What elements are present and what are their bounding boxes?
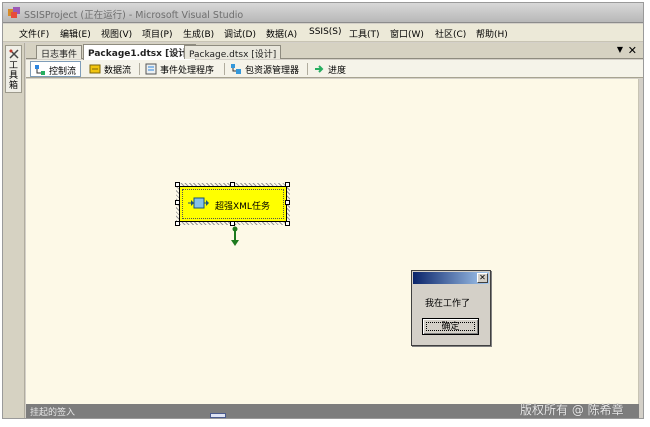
resize-handle[interactable] <box>175 221 180 226</box>
xml-task-box[interactable]: 超强XML任务 <box>179 186 287 222</box>
tab-control-flow[interactable]: 控制流 <box>30 61 82 77</box>
dialog-title-bar: ✕ <box>413 272 489 284</box>
tab-label: 包资源管理器 <box>245 66 300 76</box>
tab-label: 事件处理程序 <box>160 66 215 76</box>
ok-button[interactable]: 确定 <box>422 318 479 335</box>
task-label: 超强XML任务 <box>215 202 270 212</box>
toolbox-strip: 工具箱 <box>3 43 25 418</box>
tab-separator <box>307 63 308 75</box>
task-icon <box>188 197 209 209</box>
tab-separator <box>224 63 225 75</box>
tab-event-handlers[interactable]: 事件处理程序 <box>142 61 218 77</box>
precedence-connector-arrow[interactable] <box>231 225 239 247</box>
menu-build[interactable]: 生成(B) <box>183 27 214 40</box>
tab-label: 控制流 <box>49 67 77 77</box>
dialog-message: 我在工作了 <box>425 299 471 309</box>
resize-handle[interactable] <box>285 200 290 205</box>
copyright-watermark: 版权所有 @ 陈希章 <box>520 403 624 417</box>
designer-tab-strip: 控制流 数据流 事件处理程序 包资源管理器 进度 <box>26 60 643 78</box>
menu-window[interactable]: 窗口(W) <box>390 27 424 40</box>
resize-handle[interactable] <box>285 182 290 187</box>
tab-package-explorer[interactable]: 包资源管理器 <box>227 61 303 77</box>
minimized-window-thumbnail[interactable] <box>210 413 226 418</box>
menu-bar: 文件(F) 编辑(E) 视图(V) 项目(P) 生成(B) 调试(D) 数据(A… <box>3 24 643 42</box>
pending-checkins-label: 挂起的签入 <box>30 408 76 418</box>
document-tab-strip: 日志事件 Package1.dtsx [设计] Package.dtsx [设计… <box>26 43 643 60</box>
button-focus-rect <box>426 322 475 331</box>
tab-separator <box>139 63 140 75</box>
progress-icon <box>315 65 324 73</box>
control-flow-icon <box>35 65 45 75</box>
menu-project[interactable]: 项目(P) <box>142 27 172 40</box>
menu-tools[interactable]: 工具(T) <box>349 27 380 40</box>
control-flow-design-surface[interactable]: 超强XML任务 <box>26 79 639 404</box>
toolbox-icon <box>9 49 19 59</box>
tab-label: 进度 <box>328 66 347 76</box>
toolbox-label: 工具箱 <box>9 61 19 91</box>
tab-package1-design[interactable]: Package1.dtsx [设计] <box>83 44 197 60</box>
event-handler-icon <box>145 63 157 75</box>
data-flow-icon <box>89 64 101 74</box>
menu-debug[interactable]: 调试(D) <box>224 27 256 40</box>
menu-edit[interactable]: 编辑(E) <box>60 27 91 40</box>
menu-data[interactable]: 数据(A) <box>266 27 297 40</box>
tab-progress[interactable]: 进度 <box>310 61 350 77</box>
close-icon[interactable]: ✕ <box>628 44 637 57</box>
tabs-dropdown-icon[interactable]: ▼ <box>617 45 623 54</box>
menu-community[interactable]: 社区(C) <box>435 27 466 40</box>
resize-handle[interactable] <box>175 200 180 205</box>
menu-ssis[interactable]: SSIS(S) <box>309 27 342 37</box>
tab-package-design[interactable]: Package.dtsx [设计] <box>184 45 282 60</box>
message-box-dialog: ✕ 我在工作了 确定 <box>411 270 491 346</box>
package-explorer-icon <box>231 64 241 74</box>
resize-handle[interactable] <box>175 182 180 187</box>
toolbox-tab[interactable]: 工具箱 <box>5 45 22 93</box>
vs-logo-icon <box>8 7 20 18</box>
visual-studio-window: SSISProject (正在运行) - Microsoft Visual St… <box>2 2 644 419</box>
close-icon[interactable]: ✕ <box>477 273 488 283</box>
menu-view[interactable]: 视图(V) <box>101 27 132 40</box>
menu-help[interactable]: 帮助(H) <box>476 27 508 40</box>
resize-handle[interactable] <box>285 221 290 226</box>
tab-label: 数据流 <box>104 66 132 76</box>
menu-file[interactable]: 文件(F) <box>19 27 49 40</box>
resize-handle[interactable] <box>230 182 235 187</box>
window-title: SSISProject (正在运行) - Microsoft Visual St… <box>24 10 244 21</box>
title-bar: SSISProject (正在运行) - Microsoft Visual St… <box>3 3 643 23</box>
tab-log-events[interactable]: 日志事件 <box>36 45 83 60</box>
tab-data-flow[interactable]: 数据流 <box>86 61 135 77</box>
